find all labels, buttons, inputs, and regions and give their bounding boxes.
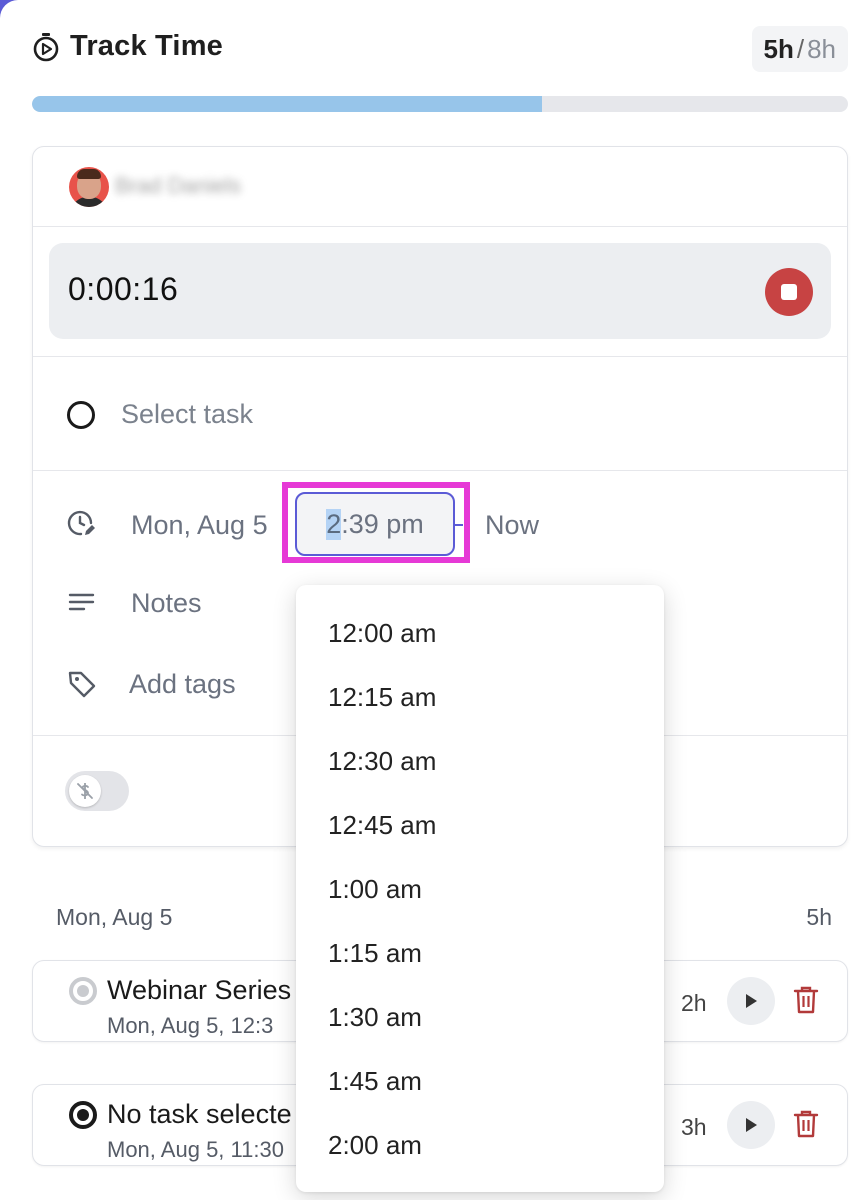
time-option[interactable]: 12:30 am — [296, 729, 664, 793]
time-dropdown: 12:00 am 12:15 am 12:30 am 12:45 am 1:00… — [296, 585, 664, 1192]
entry-title: Webinar Series — [107, 975, 292, 1005]
status-in-progress-icon — [69, 977, 97, 1005]
time-option[interactable]: 12:15 am — [296, 665, 664, 729]
select-task-row[interactable]: Select task — [33, 357, 847, 469]
play-button[interactable] — [727, 1101, 775, 1149]
divider — [33, 470, 847, 471]
entry-subtitle: Mon, Aug 5, 11:30 — [107, 1137, 284, 1162]
notes-input[interactable]: Notes — [131, 588, 202, 619]
header: Track Time 5h / 8h — [32, 26, 848, 72]
page-title: Track Time — [70, 30, 224, 62]
play-icon — [746, 994, 757, 1008]
elapsed-time: 0:00:16 — [68, 271, 179, 307]
add-tags-input[interactable]: Add tags — [129, 669, 236, 700]
time-option[interactable]: 1:15 am — [296, 921, 664, 985]
entry-subtitle: Mon, Aug 5, 12:3 — [107, 1013, 274, 1038]
end-time-now[interactable]: Now — [485, 510, 539, 541]
day-group-label: Mon, Aug 5 — [56, 904, 173, 930]
clock-edit-icon — [67, 510, 95, 536]
title-group: Track Time — [32, 30, 223, 63]
time-option[interactable]: 2:00 am — [296, 1113, 664, 1177]
no-dollar-icon — [69, 775, 101, 807]
time-option[interactable]: 12:00 am — [296, 601, 664, 665]
stop-timer-button[interactable] — [765, 268, 813, 316]
hours-logged: 5h — [763, 33, 794, 64]
start-time-highlight-frame — [282, 482, 470, 563]
user-name: Brad Daniels — [115, 173, 241, 198]
entry-duration: 3h — [681, 1114, 707, 1140]
daily-progress-bar — [32, 96, 848, 112]
time-option[interactable]: 1:00 am — [296, 857, 664, 921]
select-task-label: Select task — [121, 399, 254, 429]
stop-icon — [781, 284, 797, 300]
day-group-total: 5h — [806, 904, 832, 930]
time-option[interactable]: 1:30 am — [296, 985, 664, 1049]
hours-target: 8h — [807, 33, 836, 64]
status-complete-icon — [69, 1101, 97, 1129]
tag-icon — [68, 671, 96, 698]
billable-toggle[interactable] — [65, 771, 129, 811]
daily-progress-fill — [32, 96, 542, 112]
task-status-circle-icon — [67, 401, 95, 429]
hours-badge: 5h / 8h — [751, 26, 848, 72]
avatar[interactable] — [69, 167, 109, 207]
entry-date[interactable]: Mon, Aug 5 — [131, 510, 268, 541]
play-icon — [746, 1118, 757, 1132]
trash-icon[interactable] — [793, 1109, 819, 1139]
trash-icon[interactable] — [793, 985, 819, 1015]
time-option[interactable]: 12:45 am — [296, 793, 664, 857]
timer-display: 0:00:16 — [49, 243, 831, 339]
entry-duration: 2h — [681, 990, 707, 1016]
user-row[interactable]: Brad Daniels — [33, 147, 847, 227]
entry-title: No task selecte — [107, 1099, 292, 1129]
stopwatch-icon — [33, 32, 59, 61]
time-option[interactable]: 1:45 am — [296, 1049, 664, 1113]
play-button[interactable] — [727, 977, 775, 1025]
notes-lines-icon — [68, 593, 95, 611]
hours-separator: / — [796, 33, 805, 64]
